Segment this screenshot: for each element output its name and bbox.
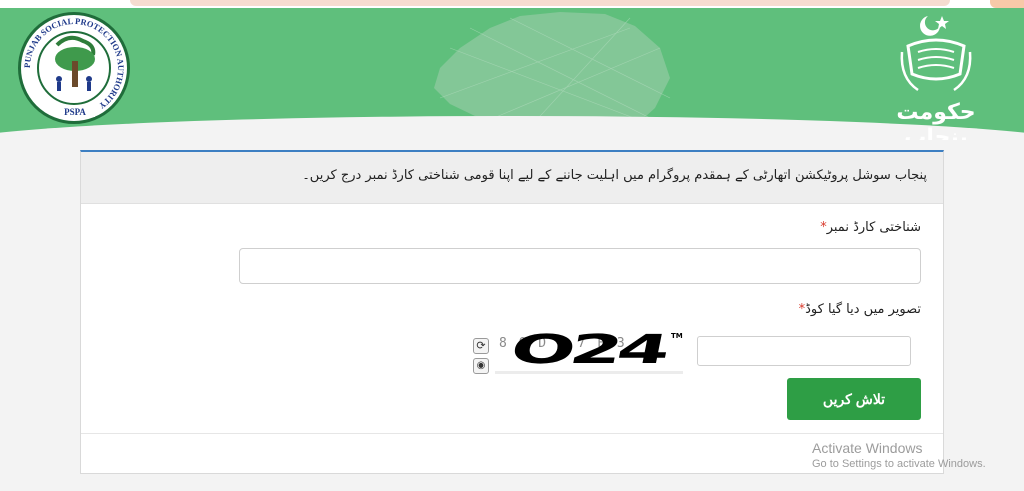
govt-punjab-title: حکومت پنجاب [896,100,976,140]
header-banner: PUNJAB SOCIAL PROTECTION AUTHORITY PSPA … [0,8,1024,140]
cnic-label: شناختی کارڈ نمبر* [817,220,921,235]
captcha-label: تصویر میں دیا گیا کوڈ* [796,302,921,317]
form-header: پنجاب سوشل پروٹیکشن اتھارٹی کے ہمقدم پرو… [81,152,943,204]
banner-bottom-curve [0,116,1024,140]
pspa-logo: PUNJAB SOCIAL PROTECTION AUTHORITY PSPA [18,12,130,124]
audio-icon[interactable]: ◉ [473,358,489,374]
refresh-icon[interactable]: ⟳ [473,338,489,354]
browser-tab-edge [130,0,950,6]
search-button[interactable]: تلاش کریں [787,378,921,420]
form-instruction: پنجاب سوشل پروٹیکشن اتھارٹی کے ہمقدم پرو… [302,168,927,183]
captcha-input[interactable] [697,336,911,366]
windows-activation-watermark: Activate Windows Go to Settings to activ… [812,440,986,470]
tree-icon [55,35,96,91]
captcha-code-text: O24 [506,330,669,373]
activate-windows-title: Activate Windows [812,440,923,456]
eligibility-form-card: پنجاب سوشل پروٹیکشن اتھارٹی کے ہمقدم پرو… [80,150,944,474]
pspa-abbreviation: PSPA [55,107,95,117]
browser-top-strip [0,0,1024,8]
captcha-label-text: تصویر میں دیا گیا کوڈ [805,302,921,317]
govt-seal-icon [900,16,972,92]
activate-windows-subtitle: Go to Settings to activate Windows. [812,458,986,470]
captcha-image: 8 0 D B 7 E 3 O24 TM [495,330,683,374]
captcha-tm-mark: TM [671,332,683,340]
card-footer-divider [81,433,943,434]
browser-corner [990,0,1024,8]
govt-punjab-logo: حکومت پنجاب [876,12,996,140]
cnic-label-text: شناختی کارڈ نمبر [826,220,921,235]
cnic-input[interactable] [239,248,921,284]
